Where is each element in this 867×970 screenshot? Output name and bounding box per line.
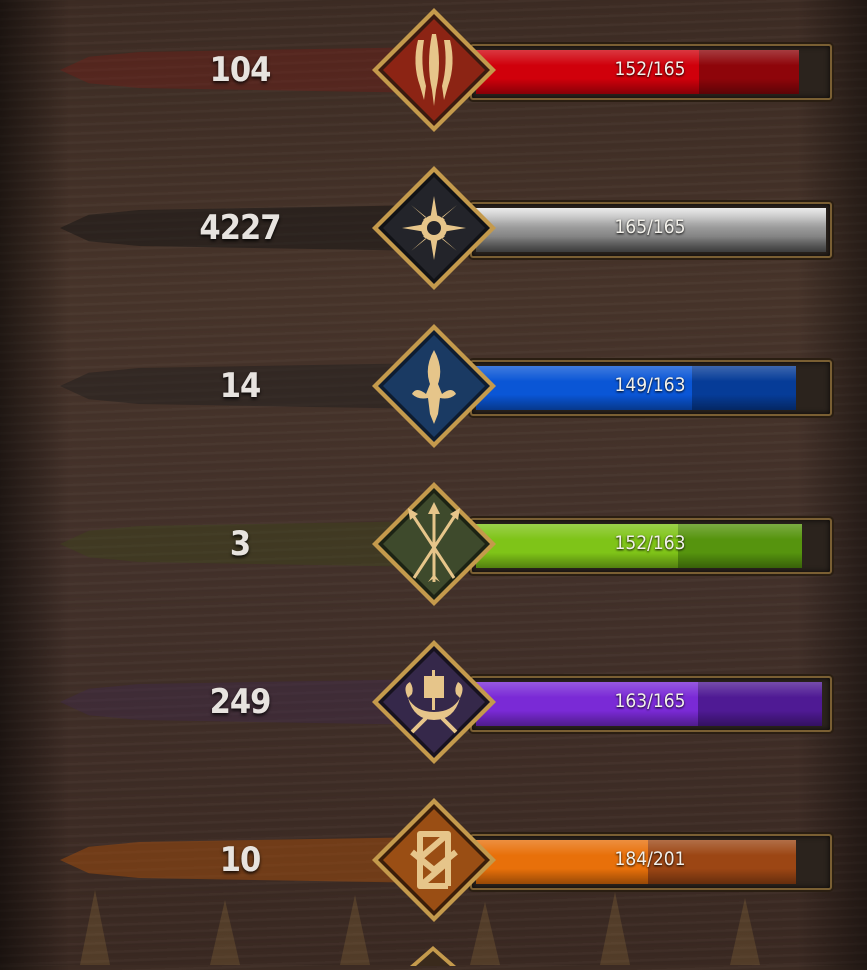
longship-icon [368,636,500,768]
card-count: 104 [209,50,272,90]
progress-value: 163/165 [614,690,686,712]
faction-row-skellige[interactable]: 249 163/165 [0,632,867,772]
card-count: 14 [219,366,262,406]
faction-progress-list: 104 152/165 4227 165/165 14 149/163 3 15… [0,0,867,965]
sun-icon [368,162,500,294]
faction-row-scoiatael[interactable]: 3 152/163 [0,474,867,614]
faction-row-monsters[interactable]: 104 152/165 [0,0,867,140]
progress-value: 149/163 [614,374,686,396]
card-count: 4227 [199,208,281,248]
card-count: 249 [209,682,272,722]
faction-row-northern-realms[interactable]: 14 149/163 [0,316,867,456]
progress-value: 152/165 [614,58,686,80]
card-count: 3 [229,524,251,564]
fleur-de-lis-icon [368,320,500,452]
faction-row-nilfgaard[interactable]: 4227 165/165 [0,158,867,298]
progress-value: 165/165 [614,216,686,238]
background-spikes [80,890,760,965]
progress-value: 152/163 [614,532,686,554]
card-count: 10 [219,840,262,880]
crossed-arrows-icon [368,478,500,610]
claw-icon [368,4,500,136]
progress-value: 184/201 [614,848,686,870]
